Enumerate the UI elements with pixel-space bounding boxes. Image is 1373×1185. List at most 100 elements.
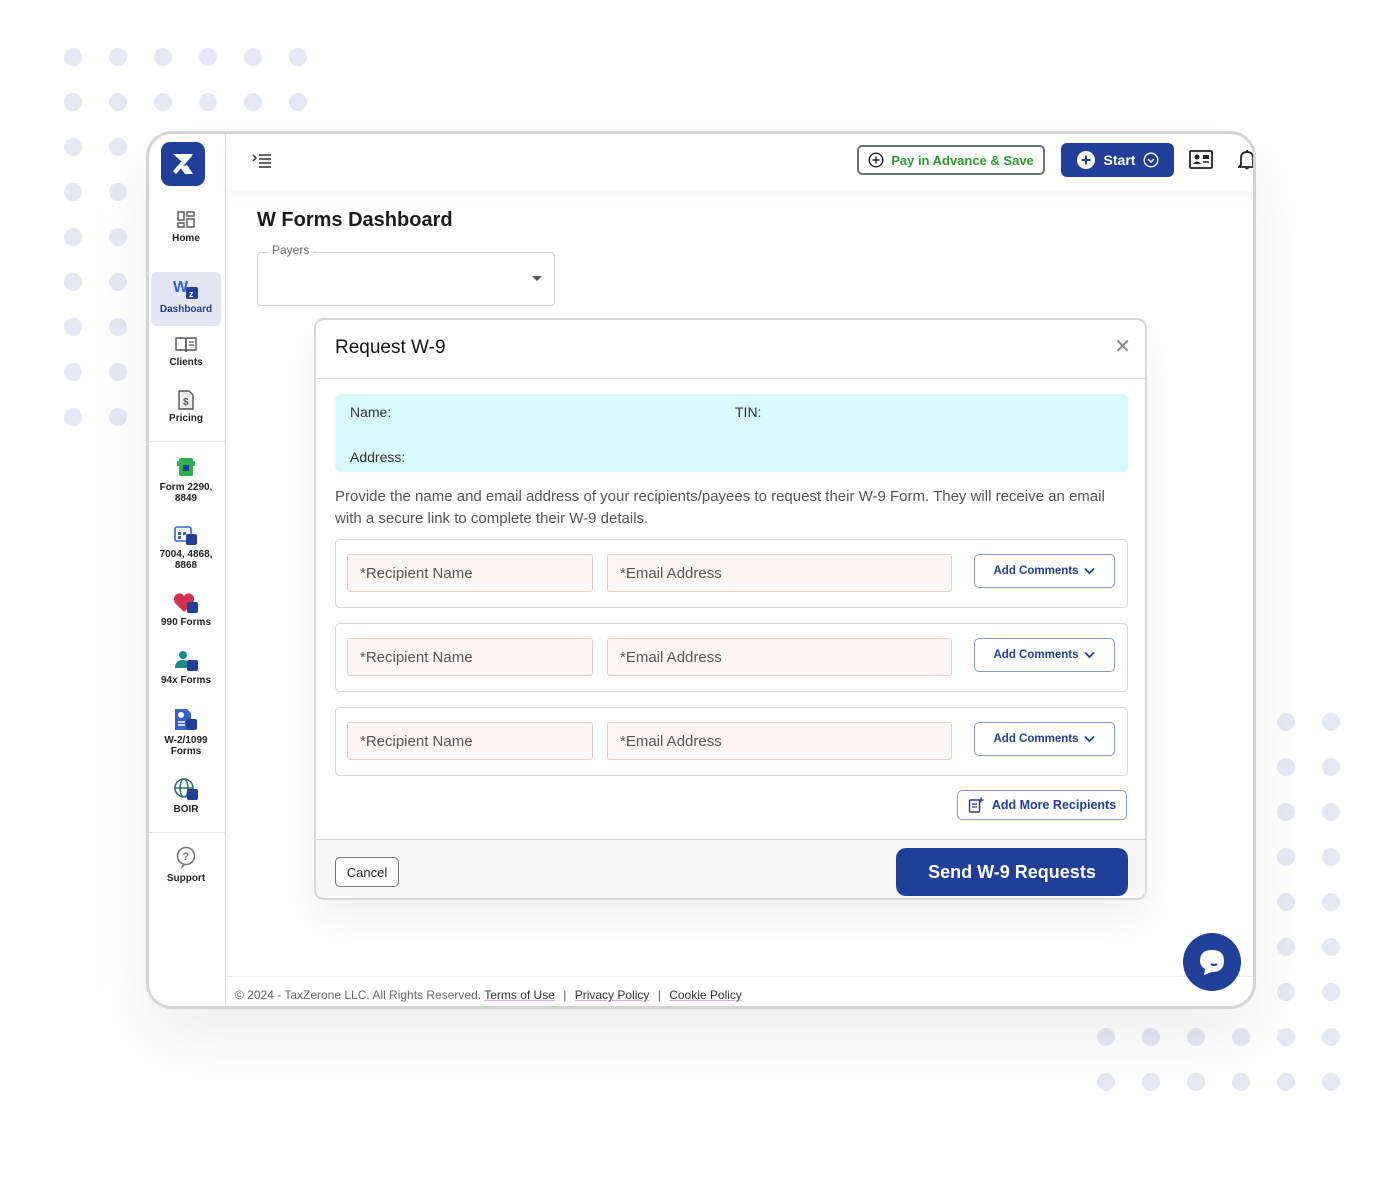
decorative-dot <box>64 93 82 111</box>
calendar-icon <box>174 526 197 545</box>
decorative-dot <box>64 228 82 246</box>
decorative-dot <box>109 228 127 246</box>
decorative-dot <box>109 48 127 66</box>
sidebar-item-7004[interactable]: 7004, 4868, 8868 <box>151 524 221 571</box>
cancel-button[interactable]: Cancel <box>335 857 399 887</box>
decorative-dot <box>154 48 172 66</box>
truck-icon <box>177 458 195 476</box>
decorative-dot <box>109 93 127 111</box>
decorative-dot <box>1277 1028 1295 1046</box>
document-info-icon <box>175 709 197 730</box>
decorative-dot <box>1322 1028 1340 1046</box>
chat-button[interactable] <box>1183 933 1241 991</box>
email-address-input[interactable] <box>607 722 952 760</box>
svg-text:?: ? <box>183 851 190 863</box>
decorative-dot <box>1142 1073 1160 1091</box>
add-comments-button[interactable]: Add Comments <box>974 722 1115 756</box>
decorative-dot <box>1277 713 1295 731</box>
decorative-dot <box>109 318 127 336</box>
email-address-input[interactable] <box>607 638 952 676</box>
decorative-dot <box>1142 1028 1160 1046</box>
decorative-dot <box>109 273 127 291</box>
sidebar-item-support[interactable]: ? Support <box>151 846 221 884</box>
sidebar-label-form-2290: Form 2290, 8849 <box>159 482 213 504</box>
decorative-dot <box>1232 1028 1250 1046</box>
decorative-dot <box>1322 803 1340 821</box>
sidebar-label-home: Home <box>172 233 200 244</box>
chevron-down-icon <box>1084 735 1096 743</box>
sidebar-label-boir: BOIR <box>173 804 199 815</box>
payers-label: Payers <box>268 243 314 257</box>
decorative-dot <box>1187 1028 1205 1046</box>
decorative-dot <box>1322 938 1340 956</box>
cookie-policy-link[interactable]: Cookie Policy <box>669 988 742 1002</box>
decorative-dot <box>109 183 127 201</box>
close-icon[interactable]: ✕ <box>1114 334 1131 359</box>
decorative-dot <box>1277 848 1295 866</box>
plus-filled-icon <box>1076 151 1095 169</box>
chevron-down-circle-icon <box>1143 152 1159 168</box>
address-label: Address: <box>350 449 406 465</box>
tin-label: TIN: <box>735 404 762 420</box>
id-card-icon[interactable] <box>1189 150 1213 170</box>
taxzerone-logo[interactable] <box>161 142 205 186</box>
w-forms-icon: W z <box>173 279 198 299</box>
bell-icon[interactable] <box>1238 149 1256 171</box>
email-address-input[interactable] <box>607 554 952 592</box>
sidebar-item-w2-1099[interactable]: W-2/1099 Forms <box>151 708 221 757</box>
recipient-name-input[interactable] <box>347 638 593 676</box>
start-button[interactable]: Start <box>1061 143 1174 177</box>
privacy-policy-link[interactable]: Privacy Policy <box>575 988 650 1002</box>
pay-in-advance-label: Pay in Advance & Save <box>891 152 1034 168</box>
sidebar-item-990-forms[interactable]: 990 Forms <box>151 592 221 628</box>
recipient-name-input[interactable] <box>347 722 593 760</box>
payer-info-box: Name: TIN: Address: <box>335 394 1128 472</box>
name-label: Name: <box>350 404 392 420</box>
decorative-dot <box>109 138 127 156</box>
decorative-dot <box>199 93 217 111</box>
sidebar-label-clients: Clients <box>169 357 203 368</box>
caret-down-icon <box>532 276 542 281</box>
chevron-down-icon <box>1084 651 1096 659</box>
terms-of-use-link[interactable]: Terms of Use <box>484 988 555 1002</box>
sidebar-item-boir[interactable]: BOIR <box>151 777 221 815</box>
decorative-dot <box>64 138 82 156</box>
menu-toggle-icon[interactable] <box>252 154 272 168</box>
sidebar: Home W z Dashboard Clients $ Pricing For… <box>149 134 226 1006</box>
decorative-dot <box>64 318 82 336</box>
decorative-dot <box>109 363 127 381</box>
decorative-dot <box>1187 1073 1205 1091</box>
recipient-name-input[interactable] <box>347 554 593 592</box>
add-comments-button[interactable]: Add Comments <box>974 554 1115 588</box>
sidebar-item-clients[interactable]: Clients <box>151 336 221 368</box>
payers-select[interactable]: Payers <box>257 243 555 306</box>
sidebar-item-pricing[interactable]: $ Pricing <box>151 390 221 424</box>
pay-in-advance-button[interactable]: Pay in Advance & Save <box>857 145 1045 175</box>
decorative-dot <box>1322 983 1340 1001</box>
send-w9-requests-button[interactable]: Send W-9 Requests <box>896 848 1128 896</box>
sidebar-label-94x-forms: 94x Forms <box>160 675 212 686</box>
request-w9-modal: Request W-9 ✕ Name: TIN: Address: Provid… <box>314 318 1147 900</box>
sidebar-divider <box>149 441 226 442</box>
modal-title: Request W-9 <box>335 337 446 358</box>
add-comments-button[interactable]: Add Comments <box>974 638 1115 672</box>
help-icon: ? <box>176 846 196 869</box>
sidebar-label-w2-1099: W-2/1099 Forms <box>164 735 208 757</box>
decorative-dot <box>244 93 262 111</box>
sidebar-divider <box>149 832 226 833</box>
sidebar-item-form-2290[interactable]: Form 2290, 8849 <box>151 455 221 504</box>
sidebar-item-94x-forms[interactable]: 94x Forms <box>151 650 221 686</box>
svg-text:z: z <box>189 289 194 299</box>
modal-footer: Cancel Send W-9 Requests <box>316 839 1145 898</box>
sidebar-item-home[interactable]: Home <box>151 210 221 244</box>
decorative-dot <box>1277 758 1295 776</box>
start-label: Start <box>1103 152 1136 168</box>
add-more-recipients-button[interactable]: Add More Recipients <box>957 790 1127 820</box>
decorative-dot <box>64 48 82 66</box>
footer-separator: | <box>563 988 567 1002</box>
decorative-dot <box>64 363 82 381</box>
sidebar-item-dashboard[interactable]: W z Dashboard <box>151 272 221 326</box>
heart-icon <box>173 593 198 613</box>
top-bar: Pay in Advance & Save Start <box>227 134 1253 190</box>
decorative-dot <box>1322 1073 1340 1091</box>
